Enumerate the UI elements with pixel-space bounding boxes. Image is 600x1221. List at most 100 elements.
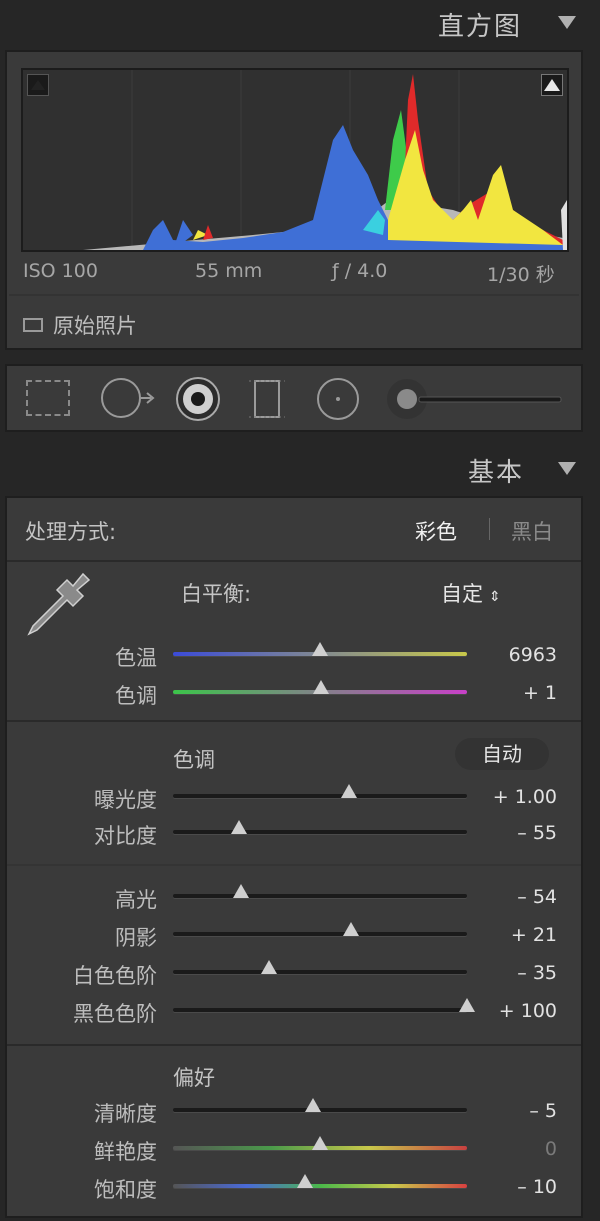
whites-label: 白色色阶 <box>73 964 157 988</box>
shadow-clipping-icon <box>31 80 45 90</box>
exposure-track <box>173 794 467 798</box>
blacks-track <box>173 1008 467 1012</box>
tint-label: 色调 <box>115 684 157 708</box>
blacks-slider[interactable] <box>173 998 475 1024</box>
clarity-slider[interactable] <box>173 1098 467 1124</box>
blacks-label: 黑色色阶 <box>73 1002 157 1026</box>
divider <box>7 1044 581 1046</box>
histogram-panel-title: 直方图 <box>438 12 523 42</box>
temp-slider[interactable] <box>173 642 467 668</box>
spot-removal-icon <box>101 378 155 418</box>
eyedropper-icon <box>27 572 91 636</box>
wb-value: 自定 <box>441 582 483 606</box>
exposure-value[interactable]: + 1.00 <box>477 786 557 808</box>
contrast-slider[interactable] <box>173 820 467 846</box>
wb-label: 白平衡: <box>181 582 252 606</box>
highlights-value[interactable]: – 54 <box>477 886 557 908</box>
adjustment-brush-icon <box>387 379 562 419</box>
radial-filter-icon <box>317 378 359 420</box>
shadows-thumb[interactable] <box>342 922 359 936</box>
treatment-separator <box>489 518 490 540</box>
basic-panel: 处理方式: 彩色 黑白 白平衡: 自定 ⇕ 色温 6963 色调 + 1 色调 自… <box>5 496 583 1218</box>
tint-thumb[interactable] <box>313 680 330 694</box>
crop-icon <box>26 380 70 416</box>
vibrance-slider[interactable] <box>173 1136 467 1162</box>
shadows-slider[interactable] <box>173 922 467 948</box>
adjustment-brush-tool[interactable] <box>385 378 565 420</box>
whites-value[interactable]: – 35 <box>477 962 557 984</box>
highlight-clipping-toggle[interactable] <box>541 74 563 96</box>
original-photo-checkbox[interactable] <box>23 318 43 332</box>
focal-length-info: 55 mm <box>195 260 263 282</box>
divider <box>7 720 581 722</box>
updown-icon: ⇕ <box>489 589 501 605</box>
histogram-panel: ISO 100 55 mm ƒ / 4.0 1/30 秒 原始照片 <box>5 50 583 350</box>
tone-label: 色调 <box>173 748 215 772</box>
contrast-value[interactable]: – 55 <box>477 822 557 844</box>
original-photo-label[interactable]: 原始照片 <box>53 310 137 340</box>
exposure-thumb[interactable] <box>341 784 358 798</box>
temp-thumb[interactable] <box>312 642 328 656</box>
histogram-graph <box>21 68 569 252</box>
shadows-value[interactable]: + 21 <box>477 924 557 946</box>
shadows-track <box>173 932 467 936</box>
highlights-thumb[interactable] <box>232 884 249 898</box>
tint-value[interactable]: + 1 <box>477 682 557 704</box>
vibrance-thumb[interactable] <box>312 1136 328 1150</box>
saturation-label: 饱和度 <box>94 1178 157 1202</box>
histogram-yellow <box>388 130 563 245</box>
whites-slider[interactable] <box>173 960 467 986</box>
aperture-info: ƒ / 4.0 <box>332 260 388 282</box>
highlights-slider[interactable] <box>173 884 467 910</box>
temp-label: 色温 <box>115 646 157 670</box>
wb-value-select[interactable]: 自定 ⇕ <box>441 578 501 608</box>
graduated-filter-icon <box>249 380 285 418</box>
contrast-track <box>173 830 467 834</box>
highlight-clipping-icon <box>544 79 560 91</box>
vibrance-label: 鲜艳度 <box>94 1140 157 1164</box>
shutter-speed-info: 1/30 秒 <box>487 264 555 286</box>
divider <box>7 560 581 562</box>
clarity-value[interactable]: – 5 <box>477 1100 557 1122</box>
vibrance-value[interactable]: 0 <box>477 1138 557 1160</box>
wb-eyedropper-button[interactable] <box>21 568 91 638</box>
shadow-clipping-toggle[interactable] <box>27 74 49 96</box>
red-eye-icon <box>176 377 220 421</box>
basic-collapse-icon[interactable] <box>558 462 576 475</box>
tint-slider[interactable] <box>173 680 467 706</box>
clarity-label: 清晰度 <box>94 1102 157 1126</box>
contrast-thumb[interactable] <box>231 820 248 834</box>
blacks-value[interactable]: + 100 <box>477 1000 557 1022</box>
highlights-track <box>173 894 467 898</box>
histogram-collapse-icon[interactable] <box>558 16 576 29</box>
red-eye-tool[interactable] <box>175 376 221 422</box>
highlights-label: 高光 <box>115 888 157 912</box>
crop-overlay-tool[interactable] <box>25 378 71 418</box>
whites-thumb[interactable] <box>260 960 277 974</box>
treatment-color-option[interactable]: 彩色 <box>415 516 457 546</box>
treatment-label: 处理方式: <box>25 520 117 544</box>
saturation-slider[interactable] <box>173 1174 467 1200</box>
whites-track <box>173 970 467 974</box>
contrast-label: 对比度 <box>94 824 157 848</box>
histogram-divider <box>9 294 579 296</box>
exposure-label: 曝光度 <box>94 788 157 812</box>
radial-filter-tool[interactable] <box>315 376 361 422</box>
clarity-thumb[interactable] <box>304 1098 321 1112</box>
spot-removal-tool[interactable] <box>99 376 159 420</box>
saturation-thumb[interactable] <box>297 1174 314 1188</box>
tool-strip <box>5 364 583 432</box>
exposure-slider[interactable] <box>173 784 467 810</box>
treatment-bw-option[interactable]: 黑白 <box>511 516 553 546</box>
saturation-value[interactable]: – 10 <box>477 1176 557 1198</box>
blacks-thumb[interactable] <box>459 998 475 1012</box>
temp-value[interactable]: 6963 <box>477 644 557 666</box>
divider <box>7 864 581 866</box>
graduated-filter-tool[interactable] <box>245 376 289 422</box>
saturation-track <box>173 1184 467 1188</box>
presence-label: 偏好 <box>173 1066 215 1090</box>
iso-info: ISO 100 <box>23 260 98 282</box>
histogram-chart <box>83 70 567 250</box>
basic-panel-title: 基本 <box>468 458 525 488</box>
auto-tone-button[interactable]: 自动 <box>455 738 549 770</box>
